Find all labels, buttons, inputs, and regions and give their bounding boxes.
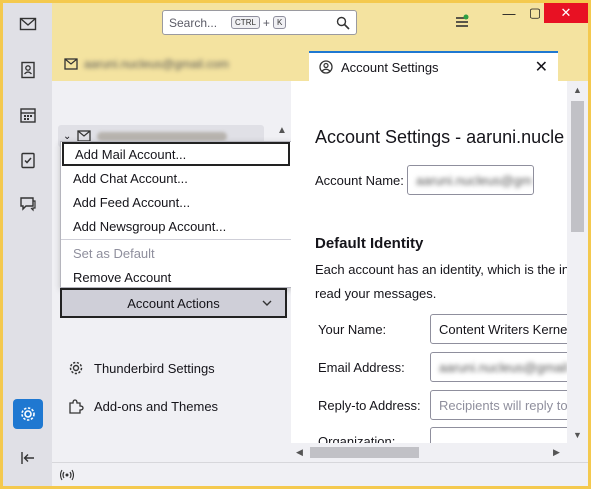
default-identity-heading: Default Identity bbox=[315, 235, 424, 252]
account-actions-menu: Add Mail Account... Add Chat Account... … bbox=[60, 141, 292, 288]
menu-add-newsgroup-account[interactable]: Add Newsgroup Account... bbox=[61, 214, 291, 238]
menu-remove-account[interactable]: Remove Account bbox=[61, 265, 291, 289]
vertical-scroll-thumb[interactable] bbox=[571, 101, 584, 232]
account-name-value: aaruni.nucleus@gm bbox=[416, 172, 532, 188]
identity-description-line2: read your messages. bbox=[315, 286, 437, 301]
calendar-icon[interactable] bbox=[13, 100, 43, 130]
puzzle-piece-icon bbox=[69, 399, 84, 414]
account-actions-button[interactable]: Account Actions bbox=[60, 288, 287, 318]
shortcut-key-ctrl: CTRL bbox=[231, 16, 260, 29]
account-settings-content: Account Settings - aaruni.nucle Account … bbox=[291, 81, 567, 443]
horizontal-scroll-thumb[interactable] bbox=[310, 447, 419, 458]
search-placeholder: Search... bbox=[169, 15, 218, 30]
reply-to-label: Reply-to Address: bbox=[318, 398, 421, 413]
email-value: aaruni.nucleus@gmail bbox=[439, 359, 567, 375]
tab-mail-label: aaruni.nucleus@gmail.com bbox=[84, 57, 229, 71]
tasks-icon[interactable] bbox=[13, 145, 43, 175]
menu-set-as-default: Set as Default bbox=[73, 245, 155, 261]
email-address-label: Email Address: bbox=[318, 360, 405, 375]
organization-field[interactable] bbox=[430, 427, 567, 443]
account-tree-pane: ⌄ ▲ Add Mail Account... Add Chat Account… bbox=[52, 81, 292, 462]
pane-scroll-up-icon[interactable]: ▲ bbox=[277, 125, 287, 136]
mail-tab-icon bbox=[64, 58, 78, 70]
app-menu-icon[interactable] bbox=[454, 14, 470, 30]
account-settings-tab-icon bbox=[319, 60, 333, 74]
your-name-field[interactable]: Content Writers Kerne bbox=[430, 314, 567, 344]
shortcut-key-k: K bbox=[272, 16, 287, 29]
page-title: Account Settings - aaruni.nucle bbox=[315, 127, 565, 147]
scroll-right-icon[interactable]: ▶ bbox=[553, 447, 560, 458]
nav-addons-label: Add-ons and Themes bbox=[94, 398, 219, 414]
scroll-up-icon[interactable]: ▲ bbox=[573, 85, 582, 95]
tab-mail[interactable]: aaruni.nucleus@gmail.com bbox=[64, 53, 229, 75]
shortcut-plus: + bbox=[262, 15, 270, 30]
status-bar bbox=[52, 462, 588, 486]
close-window-button[interactable]: ✕ bbox=[544, 3, 588, 23]
collapse-toolbar-icon[interactable] bbox=[13, 443, 43, 473]
organization-label: Organization: bbox=[318, 434, 396, 443]
menu-add-chat-account[interactable]: Add Chat Account... bbox=[61, 166, 291, 190]
tab-strip: aaruni.nucleus@gmail.com Account Setting… bbox=[52, 45, 588, 81]
close-tab-icon[interactable]: ✕ bbox=[535, 57, 548, 77]
menu-separator bbox=[61, 239, 291, 240]
chat-icon[interactable] bbox=[13, 189, 43, 219]
gear-icon bbox=[69, 361, 83, 375]
nav-settings-label: Thunderbird Settings bbox=[94, 360, 215, 376]
content-vertical-scrollbar[interactable]: ▲ ▼ bbox=[567, 81, 588, 443]
app-window: Search... CTRL + K — ▢ ✕ aaruni.nucleus@… bbox=[3, 3, 588, 486]
settings-gear-icon[interactable] bbox=[13, 399, 43, 429]
content-horizontal-scrollbar[interactable]: ◀ ▶ bbox=[291, 443, 567, 462]
search-icon bbox=[336, 16, 350, 30]
tab-account-settings-label: Account Settings bbox=[341, 59, 439, 75]
chevron-down-icon: ⌄ bbox=[63, 130, 72, 142]
address-book-icon[interactable] bbox=[13, 55, 43, 85]
reply-to-field[interactable]: Recipients will reply to bbox=[430, 390, 567, 420]
menu-add-feed-account[interactable]: Add Feed Account... bbox=[61, 190, 291, 214]
scroll-down-icon[interactable]: ▼ bbox=[573, 430, 582, 440]
account-name-field[interactable]: aaruni.nucleus@gm bbox=[407, 165, 534, 195]
online-status-icon[interactable] bbox=[60, 468, 74, 482]
global-search-input[interactable]: Search... CTRL + K bbox=[162, 10, 357, 35]
nav-thunderbird-settings[interactable]: Thunderbird Settings bbox=[68, 360, 215, 376]
chevron-down-icon bbox=[262, 300, 272, 306]
identity-description-line1: Each account has an identity, which is t… bbox=[315, 262, 567, 277]
title-bar: Search... CTRL + K — ▢ ✕ bbox=[52, 3, 588, 45]
scroll-left-icon[interactable]: ◀ bbox=[296, 447, 303, 458]
account-name-redacted bbox=[97, 131, 228, 141]
mail-icon[interactable] bbox=[13, 9, 43, 39]
tab-account-settings[interactable]: Account Settings ✕ bbox=[309, 51, 558, 81]
account-actions-label: Account Actions bbox=[127, 295, 220, 311]
spaces-toolbar bbox=[3, 3, 52, 486]
your-name-label: Your Name: bbox=[318, 322, 387, 337]
nav-addons-themes[interactable]: Add-ons and Themes bbox=[68, 398, 218, 414]
email-address-field[interactable]: aaruni.nucleus@gmail bbox=[430, 352, 567, 382]
menu-add-mail-account[interactable]: Add Mail Account... bbox=[62, 142, 290, 166]
account-name-label: Account Name: bbox=[315, 173, 404, 188]
